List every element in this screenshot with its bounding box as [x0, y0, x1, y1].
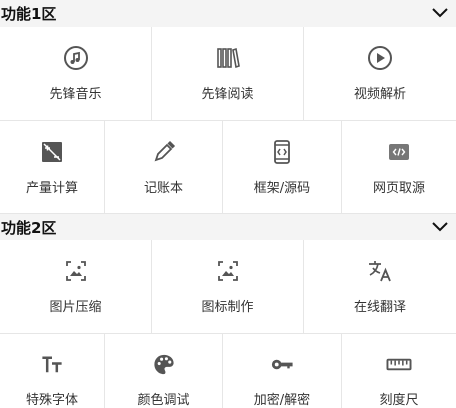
tool-music[interactable]: 先锋音乐 — [0, 27, 152, 120]
tool-row: 先锋音乐 先锋阅读 视频解析 — [0, 27, 456, 121]
section-title: 功能1区 — [1, 5, 57, 23]
code-window-icon — [389, 144, 409, 160]
tool-label: 图片压缩 — [49, 300, 102, 315]
play-circle-icon — [368, 46, 392, 70]
section-title: 功能2区 — [1, 218, 57, 237]
tool-ledger[interactable]: 记账本 — [105, 121, 223, 213]
image-icon — [217, 261, 238, 281]
tool-color[interactable]: 颜色调试 — [105, 334, 223, 408]
text-size-icon — [42, 356, 62, 373]
tool-label: 产量计算 — [25, 181, 78, 196]
tool-encrypt[interactable]: 加密/解密 — [223, 334, 342, 408]
tool-label: 记账本 — [143, 181, 183, 196]
tool-translate[interactable]: 在线翻译 — [304, 240, 456, 333]
pen-icon — [154, 140, 175, 162]
section-2-header[interactable]: 功能2区 — [0, 214, 456, 240]
tool-label: 在线翻译 — [353, 300, 406, 315]
tool-label: 加密/解密 — [253, 393, 311, 408]
section-1-header[interactable]: 功能1区 — [0, 0, 456, 27]
tool-label: 网页取源 — [372, 181, 425, 196]
translate-icon — [369, 261, 391, 282]
tool-reading[interactable]: 先锋阅读 — [152, 27, 304, 120]
tool-label: 先锋音乐 — [49, 87, 102, 102]
tool-special-font[interactable]: 特殊字体 — [0, 334, 105, 408]
chevron-down-icon[interactable] — [430, 3, 450, 23]
tool-row: 产量计算 记账本 框架/源码 网页取源 — [0, 121, 456, 214]
tool-webpage[interactable]: 网页取源 — [342, 121, 456, 213]
tool-label: 框架/源码 — [253, 181, 311, 196]
tool-row: 图片压缩 图标制作 在线翻译 — [0, 240, 456, 334]
tool-calculator[interactable]: 产量计算 — [0, 121, 105, 213]
palette-icon — [153, 354, 174, 375]
tool-label: 刻度尺 — [379, 393, 419, 408]
tool-ruler[interactable]: 刻度尺 — [342, 334, 456, 408]
tool-label: 颜色调试 — [137, 393, 190, 408]
tool-label: 特殊字体 — [25, 393, 78, 408]
key-icon — [271, 359, 293, 370]
tool-video[interactable]: 视频解析 — [304, 27, 456, 120]
tool-framework[interactable]: 框架/源码 — [223, 121, 342, 213]
tool-label: 先锋阅读 — [201, 87, 254, 102]
tool-label: 图标制作 — [201, 300, 254, 315]
tool-label: 视频解析 — [353, 87, 406, 102]
tool-row: 特殊字体 颜色调试 加密/解密 刻度尺 — [0, 334, 456, 408]
books-icon — [216, 47, 240, 69]
code-device-icon — [274, 140, 290, 164]
image-icon — [65, 261, 86, 281]
chevron-down-icon[interactable] — [430, 217, 450, 237]
tool-image-compress[interactable]: 图片压缩 — [0, 240, 152, 333]
music-icon — [63, 46, 88, 70]
calculator-icon — [42, 142, 62, 162]
ruler-icon — [386, 358, 412, 371]
tool-icon-maker[interactable]: 图标制作 — [152, 240, 304, 333]
